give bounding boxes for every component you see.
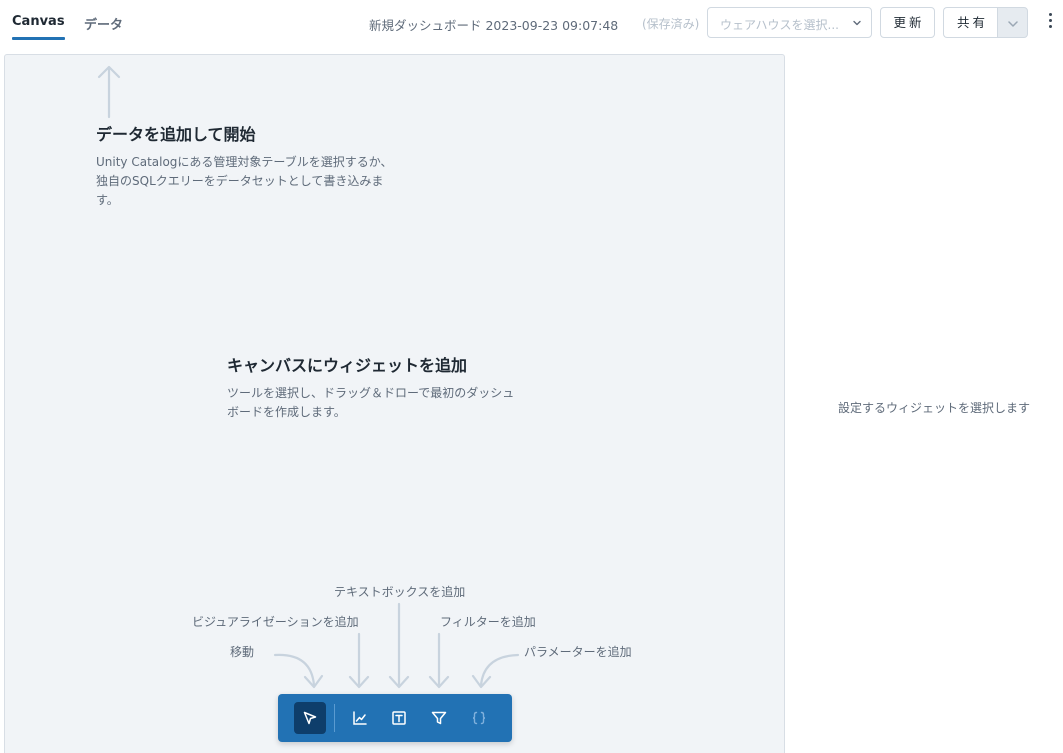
update-button[interactable]: 更新 — [880, 7, 935, 38]
move-tool-button[interactable] — [294, 702, 326, 734]
tab-canvas-label: Canvas — [12, 14, 65, 29]
chevron-down-icon — [853, 20, 861, 26]
tab-canvas[interactable]: Canvas — [12, 14, 65, 40]
chevron-down-icon — [1008, 21, 1018, 27]
hint-arrows — [273, 602, 520, 689]
saved-status: (保存済み) — [642, 17, 700, 31]
share-button[interactable]: 共有 — [943, 7, 998, 38]
more-options-icon[interactable] — [1044, 13, 1056, 33]
parameter-tool-button[interactable] — [463, 702, 495, 734]
text-box-icon — [392, 711, 406, 725]
toolbar-divider — [334, 704, 335, 732]
curly-braces-icon — [472, 711, 486, 725]
visualization-tool-button[interactable] — [344, 702, 376, 734]
filter-tool-button[interactable] — [423, 702, 455, 734]
config-panel-empty-message: 設定するウィジェットを選択します — [838, 401, 1031, 415]
filter-funnel-icon — [431, 711, 447, 725]
textbox-tool-button[interactable] — [383, 702, 415, 734]
warehouse-select[interactable]: ウェアハウスを選択... — [707, 7, 872, 38]
cursor-arrow-icon — [303, 711, 317, 725]
dashboard-canvas[interactable]: データを追加して開始 Unity Catalogにある管理対象テーブルを選択する… — [4, 54, 785, 753]
widget-toolbar — [278, 694, 512, 742]
tab-data-label: データ — [84, 18, 124, 33]
tab-data[interactable]: データ — [84, 14, 123, 33]
active-tab-indicator — [12, 37, 65, 40]
warehouse-select-placeholder: ウェアハウスを選択... — [720, 18, 839, 32]
line-chart-icon — [353, 711, 367, 725]
share-dropdown-button[interactable] — [997, 7, 1028, 38]
dashboard-title[interactable]: 新規ダッシュボード 2023-09-23 09:07:48 — [369, 15, 618, 34]
top-header: Canvas データ 新規ダッシュボード 2023-09-23 09:07:48… — [0, 0, 1063, 46]
